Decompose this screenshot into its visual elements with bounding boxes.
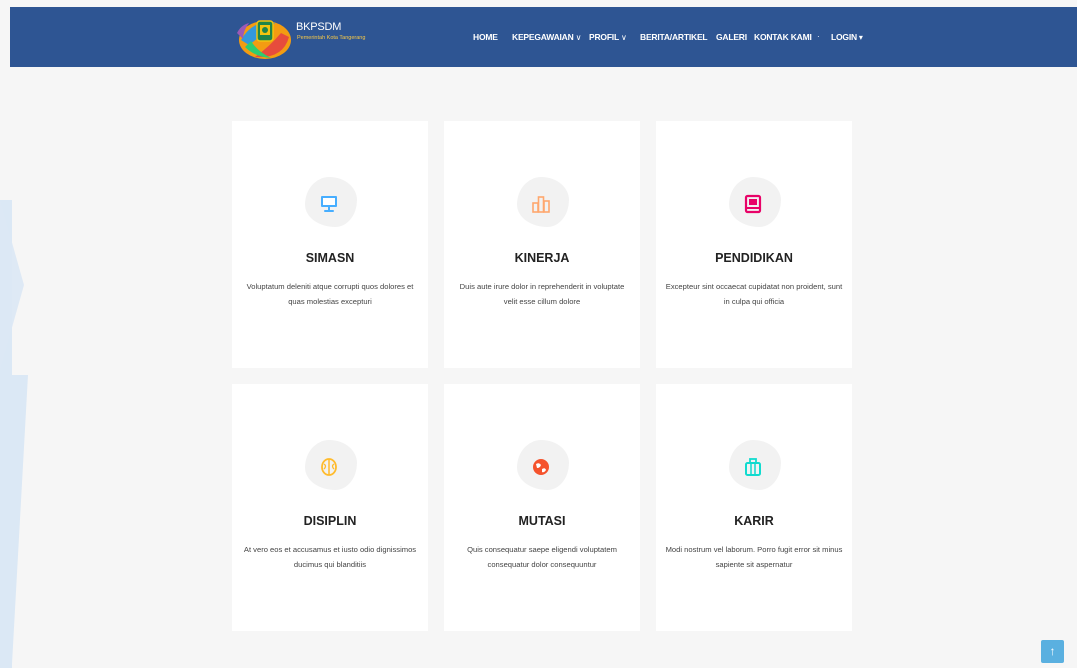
service-card-kinerja[interactable]: KINERJA Duis aute irure dolor in reprehe…	[444, 121, 640, 368]
caret-down-icon: ▾	[858, 33, 863, 42]
service-card-mutasi[interactable]: MUTASI Quis consequatur saepe eligendi v…	[444, 384, 640, 631]
nav-kepegawaian[interactable]: KEPEGAWAIAN ∨	[512, 32, 581, 42]
globe-icon	[533, 459, 549, 475]
nav-login-label: LOGIN	[831, 32, 857, 42]
nav-home[interactable]: HOME	[473, 32, 498, 42]
nav-home-label: HOME	[473, 32, 498, 42]
bkpsdm-logo[interactable]	[235, 15, 295, 61]
briefcase-icon	[745, 458, 761, 476]
service-card-pendidikan[interactable]: PENDIDIKAN Excepteur sint occaecat cupid…	[656, 121, 852, 368]
card-title[interactable]: KARIR	[656, 514, 852, 528]
card-description: Quis consequatur saepe eligendi voluptat…	[467, 545, 617, 569]
chevron-down-icon: ∨	[620, 33, 627, 42]
card-description: Duis aute irure dolor in reprehenderit i…	[459, 282, 625, 306]
nav-profil-label: PROFIL	[589, 32, 619, 42]
card-title[interactable]: KINERJA	[444, 251, 640, 265]
chevron-down-icon: ∨	[575, 33, 582, 42]
nav-berita-artikel[interactable]: BERITA/ARTIKEL	[640, 32, 708, 42]
nav-galeri-label: GALERI	[716, 32, 747, 42]
card-description: Excepteur sint occaecat cupidatat non pr…	[665, 282, 843, 306]
service-card-karir[interactable]: KARIR Modi nostrum vel laborum. Porro fu…	[656, 384, 852, 631]
nav-login[interactable]: LOGIN ▾	[831, 32, 863, 42]
top-navbar: BKPSDM Pemerintah Kota Tangerang HOME KE…	[10, 7, 1077, 67]
monitor-icon	[321, 196, 337, 212]
nav-separator: ·	[817, 32, 820, 41]
background-decoration-triangle	[0, 200, 24, 370]
service-card-disiplin[interactable]: DISIPLIN At vero eos et accusamus et ius…	[232, 384, 428, 631]
service-card-simasn[interactable]: SIMASN Voluptatum deleniti atque corrupt…	[232, 121, 428, 368]
card-title[interactable]: PENDIDIKAN	[656, 251, 852, 265]
background-decoration-shape	[0, 375, 28, 668]
back-to-top-button[interactable]: ↑	[1041, 640, 1064, 663]
card-description: Modi nostrum vel laborum. Porro fugit er…	[665, 545, 843, 569]
bar-chart-icon	[532, 196, 550, 213]
book-icon	[744, 194, 762, 214]
card-description: Voluptatum deleniti atque corrupti quos …	[246, 282, 414, 306]
nav-kontak-label: KONTAK KAMI	[754, 32, 812, 42]
brand-subtitle: Pemerintah Kota Tangerang	[297, 35, 366, 41]
nav-berita-label: BERITA/ARTIKEL	[640, 32, 708, 42]
card-title[interactable]: DISIPLIN	[232, 514, 428, 528]
card-title[interactable]: MUTASI	[444, 514, 640, 528]
brain-icon	[321, 458, 337, 476]
card-description: At vero eos et accusamus et iusto odio d…	[243, 545, 417, 569]
card-title[interactable]: SIMASN	[232, 251, 428, 265]
nav-kepegawaian-label: KEPEGAWAIAN	[512, 32, 574, 42]
nav-profil[interactable]: PROFIL ∨	[589, 32, 627, 42]
brand-name[interactable]: BKPSDM	[296, 21, 341, 33]
arrow-up-icon: ↑	[1049, 644, 1056, 658]
nav-galeri[interactable]: GALERI	[716, 32, 747, 42]
nav-kontak-kami[interactable]: KONTAK KAMI	[754, 32, 812, 42]
